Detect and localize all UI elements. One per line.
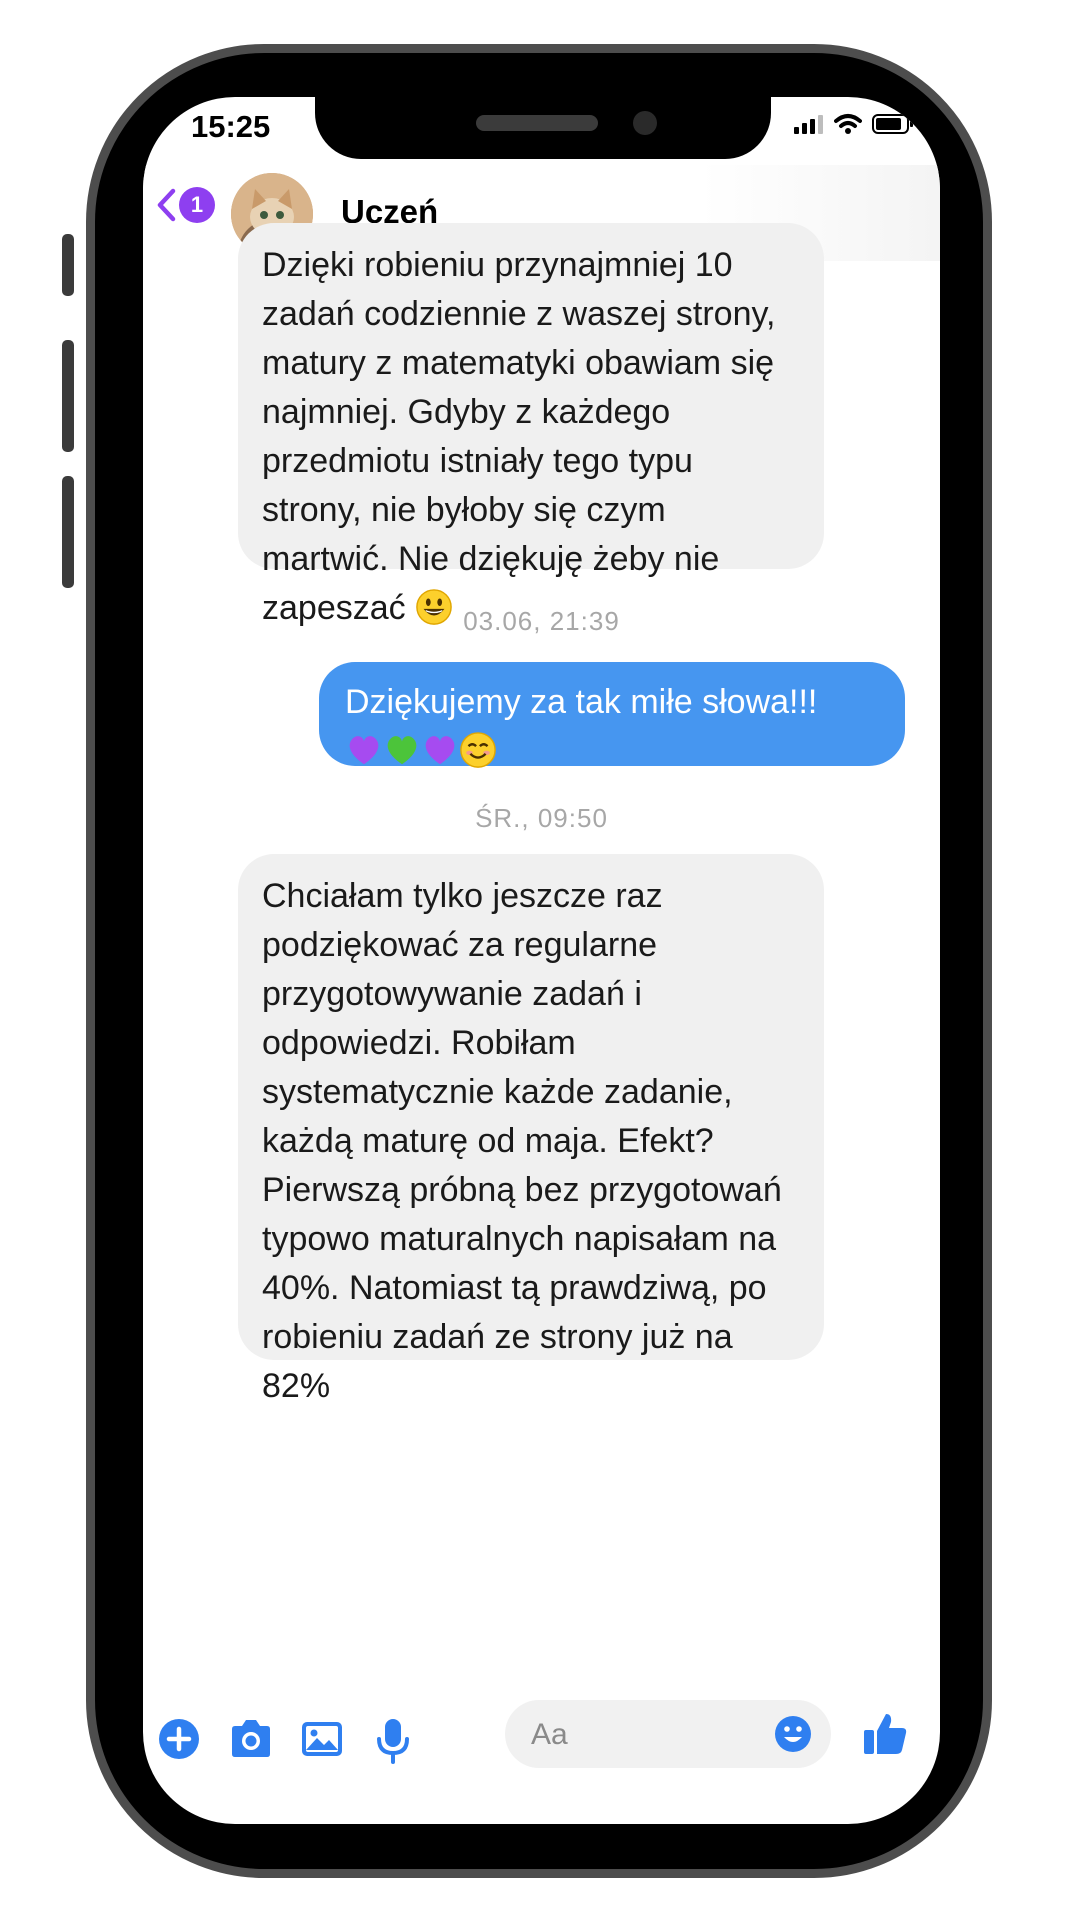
timestamp: ŚR., 09:50 <box>475 803 608 833</box>
chevron-left-icon <box>157 188 176 222</box>
wifi-icon <box>834 114 862 134</box>
purple-heart-icon <box>425 736 455 765</box>
unread-count-badge: 1 <box>179 187 215 223</box>
volume-down-button <box>62 476 74 588</box>
message-text: Chciałam tylko jeszcze raz podziękować z… <box>262 877 782 1405</box>
image-icon[interactable] <box>299 1717 345 1761</box>
phone-screen: 15:25 1 Uczeń Dzięki robieniu przynajmni… <box>143 97 940 1824</box>
status-icons <box>794 113 914 135</box>
volume-up-button <box>62 340 74 452</box>
notch <box>315 97 771 159</box>
message-composer <box>505 1700 831 1768</box>
message-text: Dzięki robieniu przynajmniej 10 zadań co… <box>262 246 776 627</box>
front-camera <box>633 111 657 135</box>
message-bubble-incoming[interactable]: Chciałam tylko jeszcze raz podziękować z… <box>238 854 824 1405</box>
cellular-signal-icon <box>794 115 823 134</box>
emoji-icon[interactable] <box>773 1714 813 1754</box>
smiling-face-icon <box>460 732 496 768</box>
back-button[interactable]: 1 <box>155 187 215 223</box>
message-bubble-outgoing[interactable]: Dziękujemy za tak miłe słowa!!! <box>319 662 905 768</box>
message-input[interactable] <box>529 1714 733 1756</box>
message-text: Dziękujemy za tak miłe słowa!!! <box>345 683 818 721</box>
purple-heart-icon <box>349 736 379 765</box>
microphone-icon[interactable] <box>375 1717 411 1765</box>
status-time: 15:25 <box>191 109 271 144</box>
thumbs-up-icon[interactable] <box>862 1711 908 1757</box>
mute-switch <box>62 234 74 296</box>
message-bubble-incoming[interactable]: Dzięki robieniu przynajmniej 10 zadań co… <box>238 223 824 627</box>
camera-icon[interactable] <box>227 1717 275 1761</box>
timestamp: 03.06, 21:39 <box>463 606 620 636</box>
speaker-grille <box>476 115 598 131</box>
battery-icon <box>872 114 913 134</box>
green-heart-icon <box>387 736 417 765</box>
plus-icon[interactable] <box>157 1717 201 1761</box>
